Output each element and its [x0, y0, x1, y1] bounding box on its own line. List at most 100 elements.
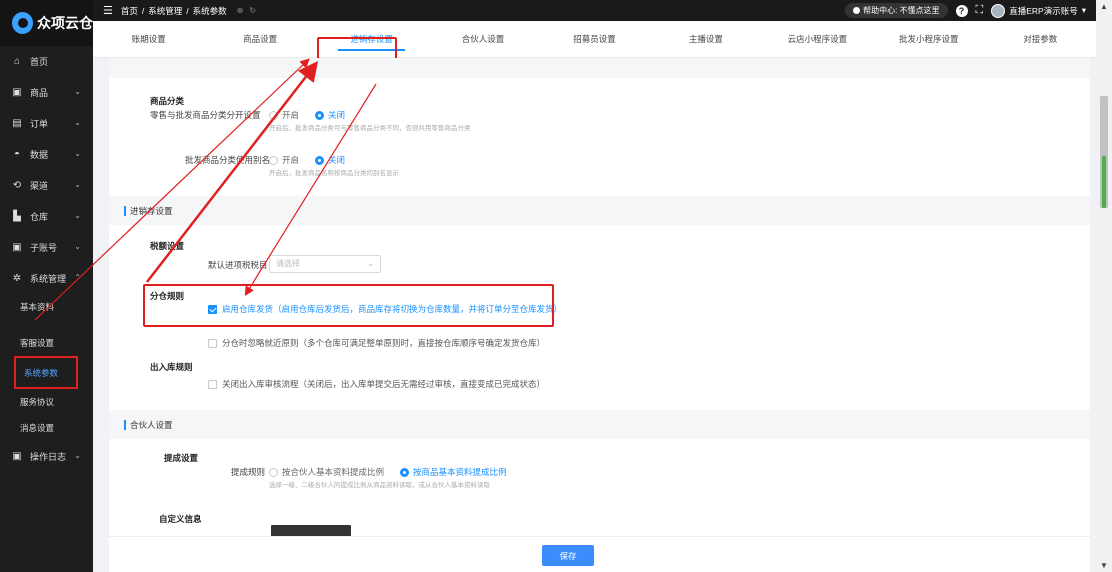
close-audit-checkbox[interactable]: 关闭出入库审核流程（关闭后，出入库单提交后无需经过审核，直接变成已完成状态）	[208, 378, 545, 390]
commission-rule-radio: 按合伙人基本资料提成比例 按商品基本资料提成比例	[269, 466, 519, 478]
split-category-label: 零售与批发商品分类分开设置	[150, 110, 261, 120]
tab-integration-params[interactable]: 对接参数	[985, 21, 1096, 58]
chevron-down-icon: ⌄	[74, 118, 81, 127]
warehouse-icon: ▙	[13, 211, 21, 222]
sidebar-subitem-basic-info[interactable]: 基本资料	[0, 294, 93, 320]
chevron-down-icon: ⌄	[74, 211, 81, 220]
chevron-down-icon: ⌄	[74, 87, 81, 96]
question-icon[interactable]: ?	[955, 4, 968, 17]
save-button[interactable]: 保存	[542, 545, 594, 566]
account-label: 直播ERP演示账号	[1009, 5, 1078, 16]
sidebar-item-operation-log[interactable]: ▣ 操作日志 ⌄	[0, 441, 93, 472]
checkbox-unchecked[interactable]	[208, 338, 217, 348]
commission-title: 提成设置	[164, 453, 199, 463]
chevron-down-icon: ⌄	[74, 242, 81, 251]
sidebar-item-data[interactable]: ◓ 数据 ⌄	[0, 139, 93, 170]
logo-icon	[12, 12, 33, 34]
radio-goods-option[interactable]	[400, 467, 410, 477]
data-icon: ◓	[13, 149, 21, 160]
ignore-nearest-label: 分仓时忽略就近原则（多个仓库可满足整单原则时，直接按仓库顺序号确定发货仓库）	[222, 338, 546, 348]
gear-icon: ✲	[12, 273, 22, 284]
subaccount-icon: ▣	[12, 242, 22, 253]
sidebar-spacer	[0, 320, 93, 330]
breadcrumb-system[interactable]: 系统管理	[148, 5, 182, 17]
menu-toggle-icon[interactable]: ☰	[103, 4, 113, 17]
log-icon: ▣	[12, 451, 22, 462]
account-menu[interactable]: 直播ERP演示账号 ▾	[991, 3, 1086, 18]
default-tax-select[interactable]: 请选择 ⌄	[269, 255, 381, 273]
radio-goods-label: 按商品基本资料提成比例	[413, 467, 507, 477]
logo[interactable]: 众项云仓	[0, 0, 93, 46]
select-placeholder: 请选择	[276, 259, 300, 268]
sidebar-item-label: 首页	[30, 57, 49, 67]
sidebar: 众项云仓 ⌂ 首页 ▣ 商品 ⌄ ▤ 订单 ⌄ ◓ 数据 ⌄ ⟲ 渠道 ⌄ ▙ 仓库 ⌄ ▣ 子账号 ⌄ …	[0, 0, 93, 572]
breadcrumb-separator: /	[186, 5, 189, 16]
tab-partner[interactable]: 合伙人设置	[427, 21, 538, 58]
section-bar	[124, 205, 126, 216]
section-title: 进销存设置	[130, 205, 173, 216]
settings-tabs: 账期设置 商品设置 进销存设置 合伙人设置 招募员设置 主播设置 云店小程序设置…	[93, 21, 1096, 58]
tab-cloud-store-miniapp[interactable]: 云店小程序设置	[762, 21, 873, 58]
tab-recruiter[interactable]: 招募员设置	[539, 21, 650, 58]
tab-goods[interactable]: 商品设置	[204, 21, 315, 58]
tax-settings-title: 税额设置	[150, 241, 185, 251]
split-category-hint: 开启后，批发商品分类可与零售商品分类不同，否则共用零售商品分类	[269, 125, 471, 132]
sidebar-subitem-message-settings[interactable]: 消息设置	[0, 415, 93, 441]
default-tax-label: 默认进项税税目	[208, 260, 268, 270]
channel-icon: ⟲	[12, 180, 22, 191]
radio-off-option[interactable]	[315, 155, 325, 165]
lock-icon[interactable]: ⊕	[237, 6, 244, 15]
chevron-down-icon: ⌄	[74, 180, 81, 189]
sidebar-subitem-service-agreement[interactable]: 服务协议	[0, 389, 93, 415]
sidebar-item-label: 操作日志	[30, 452, 67, 462]
ignore-nearest-checkbox[interactable]: 分仓时忽略就近原则（多个仓库可满足整单原则时，直接按仓库顺序号确定发货仓库）	[208, 337, 545, 349]
sidebar-subitem-system-params[interactable]: 系统参数	[14, 356, 78, 389]
section-bar	[124, 419, 126, 430]
sidebar-item-warehouse[interactable]: ▙ 仓库 ⌄	[0, 201, 93, 232]
radio-on-option[interactable]	[269, 155, 278, 165]
tab-wholesale-miniapp[interactable]: 批发小程序设置	[873, 21, 984, 58]
fullscreen-icon[interactable]: ⛶	[976, 4, 984, 17]
section-top-strip	[109, 58, 1090, 78]
help-center-label: 帮助中心: 不懂点这里	[863, 6, 940, 15]
refresh-icon[interactable]: ↻	[249, 6, 256, 15]
radio-off-label: 关闭	[328, 155, 346, 165]
logo-text: 众项云仓	[37, 16, 93, 32]
custom-info-title: 自定义信息	[159, 514, 202, 524]
breadcrumb-current: 系统参数	[192, 5, 227, 16]
chevron-down-icon: ⌄	[74, 149, 81, 158]
radio-off-label: 关闭	[328, 110, 346, 120]
annotation-box-warehouse	[143, 284, 554, 327]
help-dot-icon	[853, 7, 861, 14]
scroll-up-icon[interactable]: ▲	[1100, 2, 1108, 11]
sidebar-item-goods[interactable]: ▣ 商品 ⌄	[0, 77, 93, 108]
tab-billing[interactable]: 账期设置	[93, 21, 204, 58]
sidebar-item-channel[interactable]: ⟲ 渠道 ⌄	[0, 170, 93, 201]
radio-on-option[interactable]	[269, 110, 278, 120]
sidebar-item-label: 系统管理	[30, 274, 67, 284]
section-inventory-header: 进销存设置	[109, 196, 1090, 225]
radio-on-label: 开启	[282, 110, 300, 120]
tab-anchor[interactable]: 主播设置	[650, 21, 761, 58]
page-scrollbar[interactable]: ▲ ▼	[1096, 0, 1112, 572]
breadcrumb-home[interactable]: 首页	[121, 5, 138, 17]
settings-panel: 商品分类 零售与批发商品分类分开设置 开启 关闭 开启后，批发商品分类可与零售商…	[109, 58, 1090, 572]
sidebar-item-label: 仓库	[30, 212, 49, 222]
radio-partner-option[interactable]	[269, 467, 278, 477]
checkbox-unchecked[interactable]	[208, 379, 217, 389]
help-center-button[interactable]: 帮助中心: 不懂点这里	[845, 3, 948, 18]
commission-hint: 选择一级、二级合伙人的提成比例从商品资料读取，或从合伙人基本资料读取	[269, 482, 490, 489]
footer-bar: 保存	[109, 536, 1090, 572]
sidebar-item-home[interactable]: ⌂ 首页	[0, 46, 93, 77]
section-title: 合伙人设置	[130, 419, 173, 430]
sidebar-subitem-customer-service[interactable]: 客服设置	[0, 330, 93, 356]
scroll-down-icon[interactable]: ▼	[1100, 561, 1108, 570]
home-icon: ⌂	[13, 56, 21, 67]
sidebar-item-subaccount[interactable]: ▣ 子账号 ⌄	[0, 232, 93, 263]
radio-off-option[interactable]	[315, 110, 325, 120]
sidebar-item-orders[interactable]: ▤ 订单 ⌄	[0, 108, 93, 139]
scroll-position-marker	[1102, 156, 1106, 208]
sidebar-item-system[interactable]: ✲ 系统管理 ⌃	[0, 263, 93, 294]
sidebar-item-label: 子账号	[30, 243, 58, 253]
chevron-down-icon: ⌄	[367, 259, 374, 268]
